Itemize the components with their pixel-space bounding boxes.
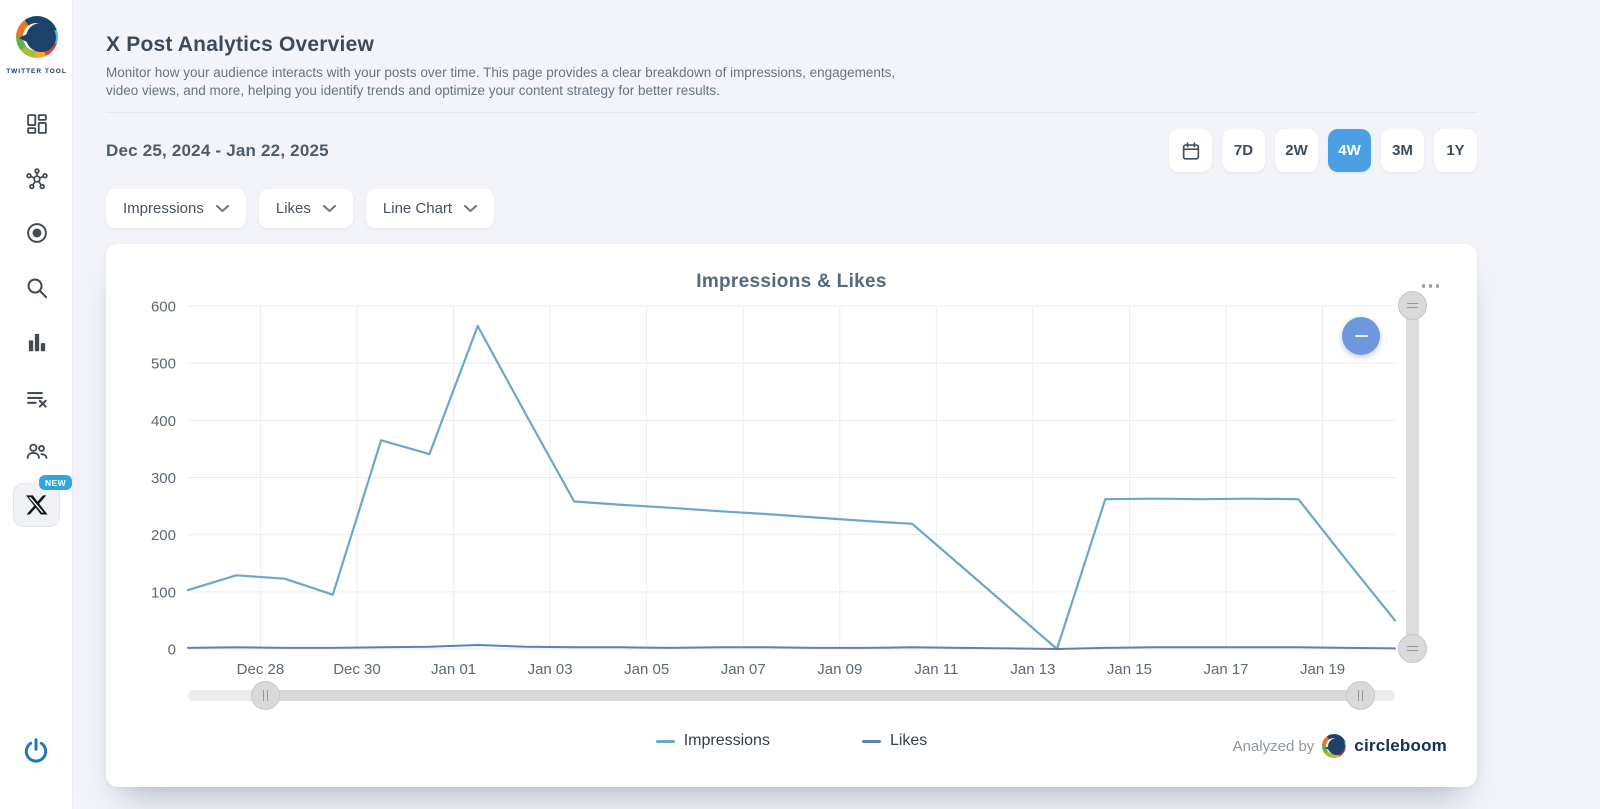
sidebar-item-x-analytics[interactable]: NEW xyxy=(13,483,60,527)
playlist-remove-icon xyxy=(24,386,50,412)
legend-label-impressions: Impressions xyxy=(684,732,770,750)
range-7d-button[interactable]: 7D xyxy=(1222,129,1265,172)
range-4w-button[interactable]: 4W xyxy=(1328,129,1371,172)
metric-primary-label: Impressions xyxy=(123,200,204,217)
legend-item-likes[interactable]: Likes xyxy=(862,732,927,750)
logo-caption: TWITTER TOOL xyxy=(0,68,73,75)
svg-text:500: 500 xyxy=(151,356,176,373)
calendar-icon xyxy=(1180,140,1202,162)
range-buttons: 7D2W4W3M1Y xyxy=(1169,129,1477,172)
svg-text:Jan 03: Jan 03 xyxy=(528,661,573,678)
impressions-color-swatch xyxy=(656,740,675,743)
svg-text:Jan 17: Jan 17 xyxy=(1203,661,1248,678)
metric-secondary-label: Likes xyxy=(276,200,311,217)
svg-text:0: 0 xyxy=(168,642,176,659)
circleboom-logo-icon xyxy=(16,16,58,58)
likes-line xyxy=(188,645,1395,649)
date-range-label: Dec 25, 2024 - Jan 22, 2025 xyxy=(106,141,329,161)
sidebar-item-target[interactable] xyxy=(24,220,50,246)
filter-row: Impressions Likes Line Chart xyxy=(106,189,1600,228)
circleboom-logo[interactable]: TWITTER TOOL xyxy=(0,16,73,75)
vertical-zoom-handle-top[interactable] xyxy=(1398,291,1427,320)
record-circle-icon xyxy=(24,220,50,246)
svg-text:300: 300 xyxy=(151,470,176,487)
svg-text:Jan 13: Jan 13 xyxy=(1010,661,1055,678)
analyzed-by-text: Analyzed by xyxy=(1233,738,1315,755)
dashboard-icon xyxy=(24,111,50,137)
logout-button[interactable] xyxy=(21,736,51,766)
impressions-line xyxy=(188,326,1395,649)
page-title: X Post Analytics Overview xyxy=(106,33,1600,57)
sidebar-item-audience[interactable] xyxy=(24,438,50,464)
search-icon xyxy=(24,275,50,301)
range-1y-button[interactable]: 1Y xyxy=(1434,129,1477,172)
date-scrollbar-selection[interactable] xyxy=(265,690,1360,701)
calendar-button[interactable] xyxy=(1169,129,1212,172)
header-divider xyxy=(106,112,1477,113)
people-icon xyxy=(24,438,50,464)
svg-text:200: 200 xyxy=(151,527,176,544)
chevron-down-icon xyxy=(216,205,229,213)
svg-text:Dec 28: Dec 28 xyxy=(237,661,285,678)
svg-text:Jan 15: Jan 15 xyxy=(1107,661,1152,678)
x-logo-icon xyxy=(23,492,50,519)
main-content: X Post Analytics Overview Monitor how yo… xyxy=(73,0,1600,809)
date-scrollbar-handle-right[interactable] xyxy=(1346,681,1375,710)
sidebar-item-dashboard[interactable] xyxy=(24,111,50,137)
minus-icon xyxy=(1355,335,1368,337)
svg-text:Dec 30: Dec 30 xyxy=(333,661,381,678)
sidebar-item-analytics[interactable] xyxy=(24,329,50,355)
app-window: TWITTER TOOL xyxy=(0,0,1600,809)
sidebar-item-search[interactable] xyxy=(24,275,50,301)
chart-type-label: Line Chart xyxy=(383,200,452,217)
svg-text:100: 100 xyxy=(151,584,176,601)
metric-primary-dropdown[interactable]: Impressions xyxy=(106,189,246,228)
sidebar-item-network[interactable] xyxy=(24,166,50,192)
brand-name: circleboom xyxy=(1354,736,1447,756)
svg-text:400: 400 xyxy=(151,413,176,430)
svg-text:Jan 09: Jan 09 xyxy=(817,661,862,678)
power-icon xyxy=(21,736,51,766)
chevron-down-icon xyxy=(323,205,336,213)
zoom-out-button[interactable] xyxy=(1342,317,1380,355)
vertical-zoom-track[interactable] xyxy=(1406,305,1419,649)
svg-text:Jan 11: Jan 11 xyxy=(914,661,958,678)
likes-color-swatch xyxy=(862,740,881,743)
new-badge: NEW xyxy=(39,475,72,490)
sidebar: TWITTER TOOL xyxy=(0,0,73,809)
page-subtitle: Monitor how your audience interacts with… xyxy=(106,64,911,99)
bar-chart-icon xyxy=(24,329,50,355)
chart-card: Impressions & Likes 0100200300400500600D… xyxy=(106,244,1477,787)
toolbar: Dec 25, 2024 - Jan 22, 2025 7D2W4W3M1Y xyxy=(106,129,1477,172)
legend-item-impressions[interactable]: Impressions xyxy=(656,732,770,750)
circleboom-footer-logo-icon xyxy=(1322,734,1346,758)
range-3m-button[interactable]: 3M xyxy=(1381,129,1424,172)
legend-label-likes: Likes xyxy=(890,732,927,750)
svg-text:Jan 05: Jan 05 xyxy=(624,661,669,678)
svg-text:Jan 01: Jan 01 xyxy=(431,661,476,678)
vertical-zoom-handle-bottom[interactable] xyxy=(1398,634,1427,663)
range-2w-button[interactable]: 2W xyxy=(1275,129,1318,172)
sidebar-item-list[interactable] xyxy=(24,386,50,412)
line-chart-plot: 0 100 200 300 400 500 600 Dec 28 Dec 30 Jan 01 Jan… xyxy=(106,244,1477,714)
chevron-down-icon xyxy=(464,205,477,213)
analyzed-by: Analyzed by circleboom xyxy=(1233,734,1447,758)
chart-type-dropdown[interactable]: Line Chart xyxy=(366,189,494,228)
date-scrollbar-handle-left[interactable] xyxy=(251,681,280,710)
svg-text:Jan 19: Jan 19 xyxy=(1300,661,1345,678)
svg-text:Jan 07: Jan 07 xyxy=(721,661,766,678)
hub-icon xyxy=(24,166,50,192)
metric-secondary-dropdown[interactable]: Likes xyxy=(259,189,353,228)
svg-text:600: 600 xyxy=(151,299,176,316)
date-scrollbar-track[interactable] xyxy=(188,690,1395,701)
